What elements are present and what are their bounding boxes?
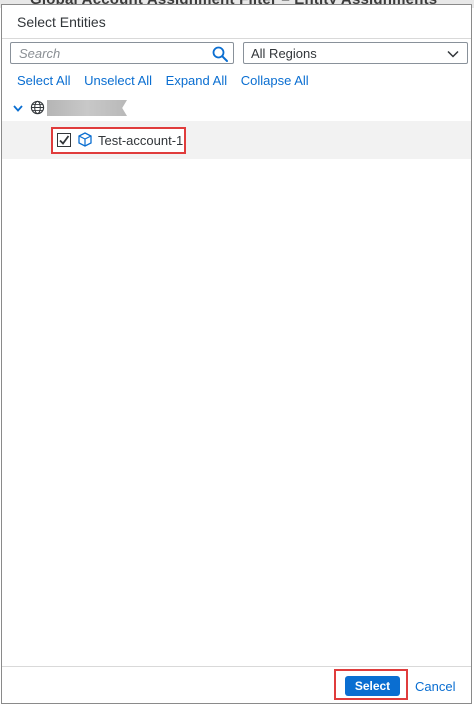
dialog-header: Select Entities bbox=[2, 5, 471, 39]
unselect-all-link[interactable]: Unselect All bbox=[84, 73, 152, 88]
globe-icon bbox=[30, 100, 45, 115]
search-box[interactable] bbox=[10, 42, 234, 64]
cancel-button[interactable]: Cancel bbox=[415, 679, 455, 694]
redacted-node-label bbox=[47, 100, 127, 116]
collapse-all-link[interactable]: Collapse All bbox=[241, 73, 309, 88]
region-select-value: All Regions bbox=[251, 46, 317, 61]
tree-item-test-account[interactable]: Test-account-1 bbox=[2, 121, 471, 159]
chevron-down-icon bbox=[447, 50, 459, 58]
tree-actions-bar: Select All Unselect All Expand All Colla… bbox=[17, 73, 319, 88]
dialog-footer: Select Cancel bbox=[2, 666, 471, 703]
tree-root-node[interactable] bbox=[2, 97, 471, 119]
checkmark-icon bbox=[59, 135, 70, 145]
dialog-title: Select Entities bbox=[17, 14, 106, 30]
tree-item-label: Test-account-1 bbox=[98, 133, 184, 148]
select-all-link[interactable]: Select All bbox=[17, 73, 70, 88]
search-input[interactable] bbox=[11, 43, 209, 63]
region-select[interactable]: All Regions bbox=[243, 42, 468, 64]
search-icon[interactable] bbox=[211, 45, 229, 63]
cube-icon bbox=[78, 132, 92, 147]
item-checkbox[interactable] bbox=[57, 133, 71, 147]
chevron-expand-icon[interactable] bbox=[12, 102, 24, 114]
expand-all-link[interactable]: Expand All bbox=[166, 73, 227, 88]
select-entities-dialog: Select Entities All Regions Select All U… bbox=[1, 4, 472, 704]
select-button[interactable]: Select bbox=[345, 676, 400, 696]
